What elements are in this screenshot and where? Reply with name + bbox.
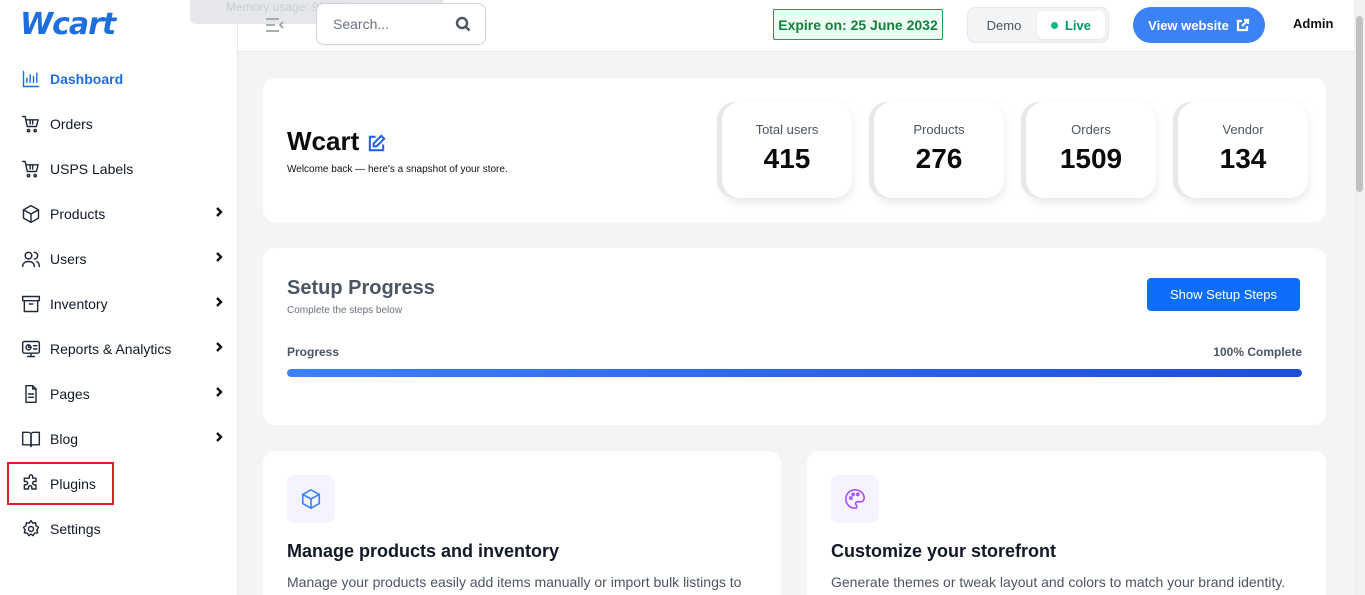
cube-icon (287, 475, 335, 523)
feature-card-customize-storefront[interactable]: Customize your storefront Generate theme… (807, 451, 1326, 595)
progress-bar (287, 369, 1302, 377)
sidebar-item-label: Inventory (50, 295, 108, 312)
stat-value: 134 (1219, 143, 1267, 174)
show-setup-steps-button[interactable]: Show Setup Steps (1147, 278, 1300, 311)
file-icon (20, 383, 42, 405)
edit-icon (369, 134, 386, 152)
feature-card-manage-products[interactable]: Manage products and inventory Manage you… (263, 451, 781, 595)
search-input[interactable] (333, 16, 451, 32)
report-icon (20, 338, 42, 360)
cart-icon (20, 158, 42, 180)
stat-label: Total users (755, 122, 819, 137)
cart-icon (20, 113, 42, 135)
sidebar-item-label: Blog (50, 430, 79, 447)
mode-live-label: Live (1064, 17, 1091, 33)
search-box[interactable] (316, 3, 486, 45)
view-website-button[interactable]: View website (1133, 7, 1265, 43)
sidebar-item-label: Dashboard (50, 70, 124, 87)
scrollbar-thumb[interactable] (1356, 16, 1363, 192)
expiry-badge: Expire on: 25 June 2032 (773, 9, 943, 40)
external-link-icon (1236, 18, 1249, 32)
view-website-label: View website (1148, 17, 1229, 33)
mode-live-option[interactable]: Live (1037, 11, 1105, 39)
sidebar-item-label: Plugins (50, 475, 96, 492)
sidebar-item-dashboard[interactable]: Dashboard (0, 56, 238, 101)
feature-title: Customize your storefront (831, 541, 1057, 561)
stat-card-orders: Orders 1509 (1026, 102, 1156, 198)
sidebar-item-inventory[interactable]: Inventory (0, 281, 238, 326)
stat-label: Orders (1071, 122, 1111, 137)
sidebar-item-pages[interactable]: Pages (0, 371, 238, 416)
sidebar-nav: Dashboard Orders USPS Labels Products Us… (0, 56, 238, 551)
sidebar-item-plugins[interactable]: Plugins (0, 461, 238, 506)
setup-title: Setup Progress (287, 277, 435, 299)
mode-demo-option[interactable]: Demo (971, 11, 1037, 39)
setup-progress-card: Setup Progress Complete the steps below … (263, 248, 1326, 425)
puzzle-icon (20, 473, 42, 495)
stat-label: Products (913, 122, 965, 137)
sidebar-item-settings[interactable]: Settings (0, 506, 238, 551)
user-menu[interactable]: Admin (1293, 16, 1333, 31)
sidebar-item-label: Reports & Analytics (50, 340, 172, 357)
chevron-right-icon (212, 430, 226, 444)
sidebar-item-label: Orders (50, 115, 93, 132)
page-scrollbar[interactable] (1354, 0, 1365, 595)
sidebar: Wcart Dashboard Orders USPS Labels Produ… (0, 0, 238, 595)
feature-description: Manage your products easily add items ma… (287, 574, 742, 590)
palette-icon (831, 475, 879, 523)
chevron-right-icon (212, 385, 226, 399)
stat-value: 1509 (1059, 143, 1123, 174)
sidebar-item-reports-analytics[interactable]: Reports & Analytics (0, 326, 238, 371)
mode-toggle[interactable]: Demo Live (967, 7, 1109, 43)
progress-label: Progress (287, 345, 340, 359)
setup-subtitle: Complete the steps below (287, 305, 403, 316)
chevron-right-icon (212, 295, 226, 309)
stat-card-vendor: Vendor 134 (1178, 102, 1308, 198)
feature-description: Generate themes or tweak layout and colo… (831, 574, 1286, 590)
logo[interactable]: Wcart (20, 6, 116, 42)
sidebar-item-label: Users (50, 250, 87, 267)
sidebar-item-label: Products (50, 205, 106, 222)
search-icon[interactable] (455, 16, 471, 32)
stat-value: 415 (763, 143, 811, 174)
sidebar-item-blog[interactable]: Blog (0, 416, 238, 461)
progress-bar-fill (287, 369, 1302, 377)
chevron-right-icon (212, 205, 226, 219)
feature-title: Manage products and inventory (287, 541, 560, 561)
menu-collapse-icon (266, 18, 284, 32)
bar-chart-icon (20, 68, 42, 90)
store-overview-card: Wcart Welcome back — here's a snapshot o… (263, 78, 1326, 222)
sidebar-item-label: Settings (50, 520, 101, 537)
logo-text: Wcart (20, 6, 116, 42)
stat-label: Vendor (1222, 122, 1264, 137)
sidebar-item-label: USPS Labels (50, 160, 134, 177)
archive-icon (20, 293, 42, 315)
store-name: Wcart (287, 126, 360, 156)
welcome-text: Welcome back — here's a snapshot of your… (287, 164, 508, 175)
sidebar-item-users[interactable]: Users (0, 236, 238, 281)
chevron-right-icon (212, 250, 226, 264)
book-icon (20, 428, 42, 450)
progress-percent: 100% Complete (1213, 345, 1302, 359)
sidebar-collapse-button[interactable] (264, 15, 286, 35)
sidebar-item-orders[interactable]: Orders (0, 101, 238, 146)
stat-value: 276 (915, 143, 963, 174)
chevron-right-icon (212, 340, 226, 354)
users-icon (20, 248, 42, 270)
gear-icon (20, 518, 42, 540)
stat-card-products: Products 276 (874, 102, 1004, 198)
sidebar-item-usps-labels[interactable]: USPS Labels (0, 146, 238, 191)
sidebar-item-products[interactable]: Products (0, 191, 238, 236)
sidebar-item-label: Pages (50, 385, 90, 402)
stat-card-total-users: Total users 415 (722, 102, 852, 198)
box-icon (20, 203, 42, 225)
store-title: Wcart (287, 126, 386, 157)
live-status-dot (1050, 21, 1058, 29)
